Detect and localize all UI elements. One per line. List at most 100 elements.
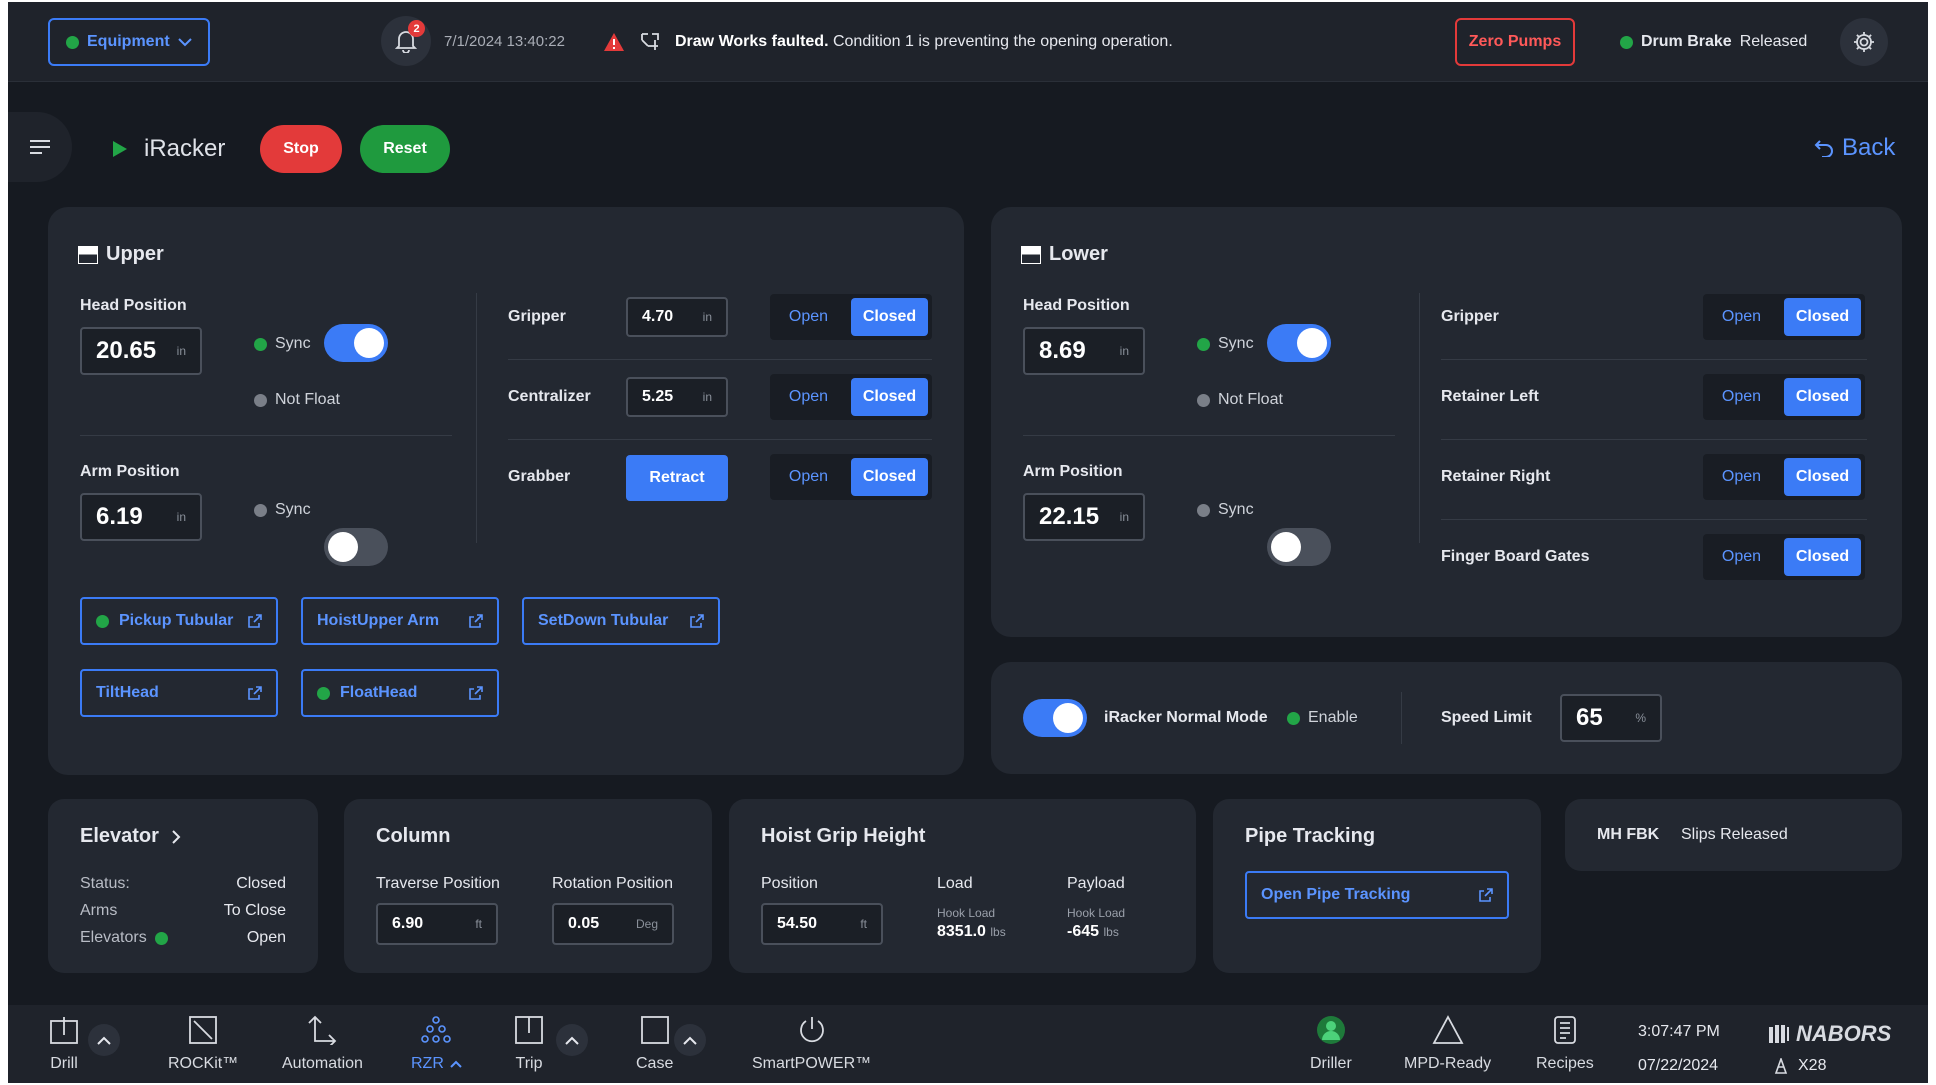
- upper-grabber-toggle[interactable]: Open Closed: [770, 454, 932, 500]
- case-expand-button[interactable]: [674, 1024, 706, 1056]
- hoist-upper-arm-button[interactable]: HoistUpper Arm: [301, 597, 499, 645]
- hoist-position-label: Position: [761, 875, 818, 892]
- elevator-title[interactable]: Elevator: [80, 825, 181, 848]
- nav-recipes[interactable]: Recipes: [1536, 1015, 1594, 1073]
- notifications-button[interactable]: 2: [381, 16, 431, 66]
- lower-title: Lower: [1021, 243, 1108, 266]
- open-option[interactable]: Open: [770, 454, 847, 500]
- float-head-button[interactable]: FloatHead: [301, 669, 499, 717]
- closed-option[interactable]: Closed: [851, 378, 928, 416]
- upper-gripper-toggle[interactable]: Open Closed: [770, 294, 932, 340]
- external-link-icon: [248, 614, 262, 628]
- enable-status: Enable: [1287, 709, 1358, 727]
- upper-arm-position-number: 6.19: [96, 503, 143, 530]
- closed-option[interactable]: Closed: [1784, 538, 1861, 576]
- nav-automation[interactable]: Automation: [282, 1015, 363, 1073]
- back-button[interactable]: Back: [1814, 134, 1895, 162]
- alarm-message[interactable]: Draw Works faulted. Condition 1 is preve…: [603, 31, 1173, 53]
- setdown-tubular-button[interactable]: SetDown Tubular: [522, 597, 720, 645]
- external-link-icon: [248, 686, 262, 700]
- pickup-tubular-button[interactable]: Pickup Tubular: [80, 597, 278, 645]
- retainer-right-toggle[interactable]: Open Closed: [1703, 454, 1865, 500]
- open-option[interactable]: Open: [1703, 294, 1780, 340]
- closed-option[interactable]: Closed: [851, 458, 928, 496]
- lower-gripper-label: Gripper: [1441, 308, 1499, 325]
- nav-smartpower[interactable]: SmartPOWER™: [752, 1015, 871, 1073]
- stop-button[interactable]: Stop: [260, 125, 342, 173]
- closed-option[interactable]: Closed: [1784, 458, 1861, 496]
- divider: [1441, 439, 1867, 440]
- notification-badge: 2: [408, 20, 425, 37]
- lower-arm-sync-toggle[interactable]: [1267, 528, 1331, 566]
- load-unit: lbs: [990, 925, 1006, 939]
- sync-dot: [1197, 503, 1210, 517]
- lower-head-position-label: Head Position: [1023, 297, 1130, 314]
- alarm-text: Condition 1 is preventing the opening op…: [832, 33, 1173, 50]
- load-label: Load: [937, 875, 973, 892]
- not-float-dot: [1197, 393, 1210, 407]
- lower-head-position-number: 8.69: [1039, 337, 1086, 364]
- sync-dot: [1197, 337, 1210, 351]
- upper-centralizer-toggle[interactable]: Open Closed: [770, 374, 932, 420]
- column-card: Column Traverse Position 6.90 ft Rotation…: [344, 799, 712, 973]
- enable-label: Enable: [1308, 709, 1358, 726]
- payload-label: Payload: [1067, 875, 1125, 892]
- nav-mpd-ready[interactable]: MPD-Ready: [1404, 1015, 1491, 1073]
- open-option[interactable]: Open: [1703, 534, 1780, 580]
- elevator-title-text: Elevator: [80, 825, 159, 847]
- drill-expand-button[interactable]: [88, 1024, 120, 1056]
- speed-limit-input[interactable]: 65%: [1560, 694, 1662, 742]
- closed-option[interactable]: Closed: [1784, 378, 1861, 416]
- alarm-bold: Draw Works faulted.: [675, 33, 829, 50]
- divider: [508, 439, 932, 440]
- lower-head-sync-toggle[interactable]: [1267, 324, 1331, 362]
- lower-arm-position-unit: in: [1119, 510, 1129, 524]
- settings-button[interactable]: [1840, 18, 1888, 66]
- hoist-position-number: 54.50: [777, 915, 818, 932]
- not-float-label: Not Float: [275, 391, 340, 408]
- open-pipe-tracking-button[interactable]: Open Pipe Tracking: [1245, 871, 1509, 919]
- finger-board-gates-toggle[interactable]: Open Closed: [1703, 534, 1865, 580]
- equipment-label: Equipment: [87, 33, 170, 50]
- payload-hook-label: Hook Load: [1067, 906, 1126, 920]
- closed-option[interactable]: Closed: [1784, 298, 1861, 336]
- nav-trip[interactable]: Trip: [514, 1015, 544, 1073]
- upper-arm-sync-toggle[interactable]: [324, 528, 388, 566]
- nav-rockit[interactable]: ROCKit™: [168, 1015, 238, 1073]
- tilt-head-button[interactable]: TiltHead: [80, 669, 278, 717]
- hoist-position-unit: ft: [860, 917, 867, 931]
- open-option[interactable]: Open: [770, 294, 847, 340]
- lower-arm-position-number: 22.15: [1039, 503, 1100, 530]
- equipment-dropdown[interactable]: Equipment: [48, 18, 210, 66]
- nav-case[interactable]: Case: [636, 1015, 673, 1073]
- drill-icon: [50, 1017, 78, 1044]
- menu-button[interactable]: [8, 112, 72, 182]
- payload-value: -645 lbs: [1067, 923, 1119, 941]
- drum-brake-status: Drum Brake Released: [1620, 33, 1807, 51]
- load-hook-label: Hook Load: [937, 906, 996, 920]
- rotation-number: 0.05: [568, 915, 600, 932]
- speed-limit-value: 65: [1576, 704, 1603, 731]
- nav-rzr[interactable]: RZR: [411, 1015, 462, 1073]
- rig-name: X28: [1798, 1057, 1827, 1074]
- closed-option[interactable]: Closed: [851, 298, 928, 336]
- nav-driller[interactable]: Driller: [1310, 1015, 1352, 1073]
- normal-mode-toggle[interactable]: [1023, 699, 1087, 737]
- chevron-up-icon: [565, 1036, 579, 1045]
- nav-label: Automation: [282, 1055, 363, 1072]
- nav-drill[interactable]: Drill: [49, 1015, 79, 1073]
- retract-button[interactable]: Retract: [626, 455, 728, 501]
- lower-title-text: Lower: [1049, 243, 1108, 265]
- retainer-left-toggle[interactable]: Open Closed: [1703, 374, 1865, 420]
- zero-pumps-button[interactable]: Zero Pumps: [1455, 18, 1575, 66]
- reset-button[interactable]: Reset: [360, 125, 450, 173]
- open-option[interactable]: Open: [1703, 374, 1780, 420]
- upper-head-sync-toggle[interactable]: [324, 324, 388, 362]
- divider: [1401, 692, 1402, 744]
- lower-gripper-toggle[interactable]: Open Closed: [1703, 294, 1865, 340]
- rzr-icon: [421, 1016, 452, 1043]
- trip-expand-button[interactable]: [556, 1024, 588, 1056]
- open-option[interactable]: Open: [1703, 454, 1780, 500]
- open-option[interactable]: Open: [770, 374, 847, 420]
- not-float-label: Not Float: [1218, 391, 1283, 408]
